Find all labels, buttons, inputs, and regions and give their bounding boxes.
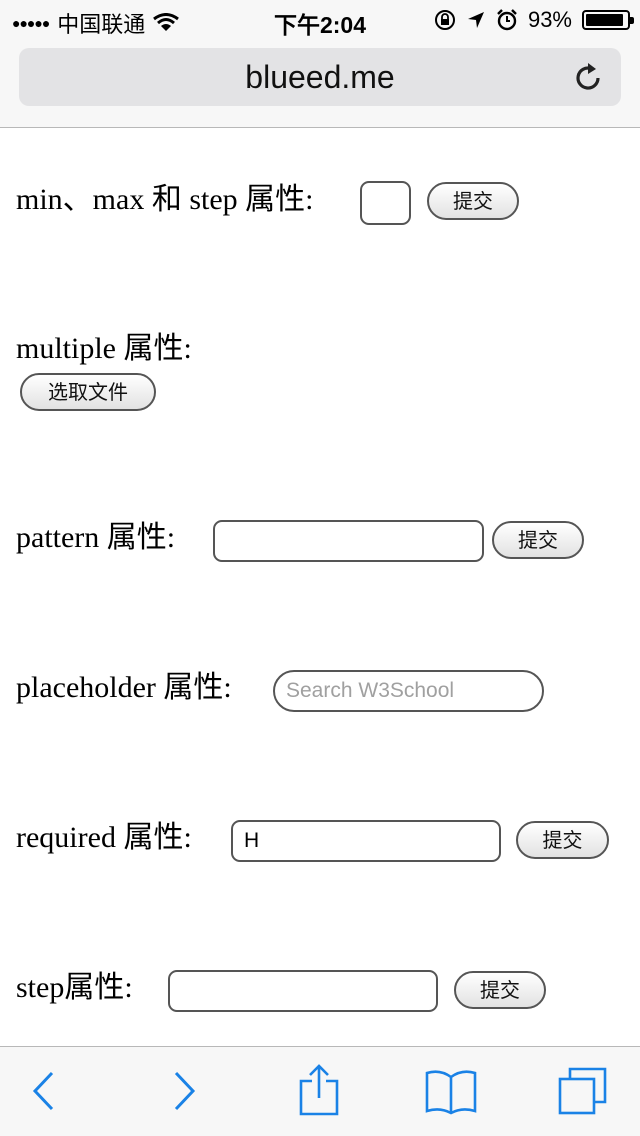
pattern-input[interactable] bbox=[213, 520, 484, 562]
pattern-label: pattern 属性: bbox=[16, 521, 176, 554]
back-icon[interactable] bbox=[30, 1069, 56, 1113]
step-label: step属性: bbox=[16, 971, 133, 1004]
search-input[interactable]: Search W3School bbox=[273, 670, 544, 712]
share-icon[interactable] bbox=[298, 1063, 340, 1117]
status-right: 93% bbox=[434, 7, 634, 33]
battery-percent: 93% bbox=[527, 7, 572, 32]
tabs-icon[interactable] bbox=[557, 1066, 609, 1116]
alarm-icon bbox=[497, 9, 517, 31]
min-max-step-input[interactable] bbox=[360, 181, 411, 225]
browser-address-area: blueed.me bbox=[0, 40, 640, 128]
reload-icon[interactable] bbox=[573, 61, 605, 93]
browser-toolbar bbox=[0, 1046, 640, 1136]
address-bar[interactable]: blueed.me bbox=[19, 48, 621, 106]
status-bar: ●●●●● 中国联通 下午2:04 93% bbox=[0, 0, 640, 40]
url-text: blueed.me bbox=[245, 59, 395, 95]
multiple-label: multiple 属性: bbox=[16, 332, 192, 365]
bookmarks-icon[interactable] bbox=[424, 1069, 478, 1115]
step-submit-button[interactable]: 提交 bbox=[454, 971, 546, 1009]
location-icon bbox=[467, 12, 484, 28]
forward-icon[interactable] bbox=[172, 1069, 198, 1113]
placeholder-label: placeholder 属性: bbox=[16, 671, 232, 704]
step-input[interactable] bbox=[168, 970, 438, 1012]
required-submit-button[interactable]: 提交 bbox=[516, 821, 609, 859]
required-input[interactable]: H bbox=[231, 820, 501, 862]
battery-icon bbox=[582, 10, 634, 30]
orientation-lock-icon bbox=[434, 10, 455, 30]
min-max-step-label: min、max 和 step 属性: bbox=[16, 183, 314, 216]
pattern-submit-button[interactable]: 提交 bbox=[492, 521, 584, 559]
battery-level bbox=[586, 14, 624, 26]
choose-file-button[interactable]: 选取文件 bbox=[20, 373, 156, 411]
min-max-step-submit-button[interactable]: 提交 bbox=[427, 182, 519, 220]
required-label: required 属性: bbox=[16, 821, 192, 854]
